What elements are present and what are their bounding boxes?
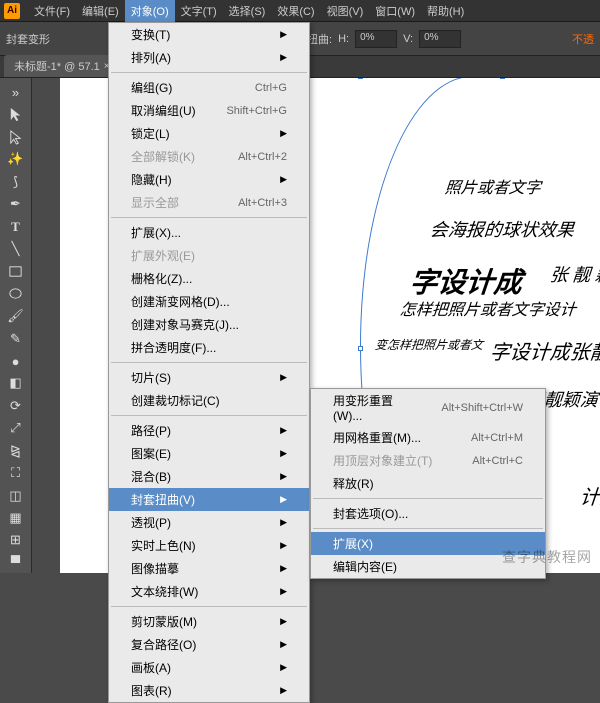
menu-item[interactable]: 剪切蒙版(M)▶ <box>109 610 309 633</box>
lasso-tool[interactable]: ⟆ <box>4 172 28 192</box>
submenu-item[interactable]: 用网格重置(M)...Alt+Ctrl+M <box>311 426 545 449</box>
h-distort-input[interactable]: 0% <box>355 30 397 48</box>
menu-item[interactable]: 栅格化(Z)... <box>109 267 309 290</box>
h-label: H: <box>338 33 349 45</box>
rectangle-tool[interactable] <box>4 261 28 281</box>
menu-object[interactable]: 对象(O) <box>125 0 175 22</box>
canvas-text: 怎样把照片或者文字设计 <box>399 296 577 320</box>
app-logo: Ai <box>4 3 20 19</box>
menu-item: 扩展外观(E) <box>109 244 309 267</box>
menu-select[interactable]: 选择(S) <box>223 0 272 22</box>
menu-item[interactable]: 图像描摹▶ <box>109 557 309 580</box>
canvas-text: 照片或者文字 <box>444 174 542 198</box>
menu-item[interactable]: 创建裁切标记(C) <box>109 389 309 412</box>
menu-item[interactable]: 锁定(L)▶ <box>109 122 309 145</box>
tab-cycle-icon[interactable]: » <box>4 82 28 102</box>
v-distort-input[interactable]: 0% <box>419 30 461 48</box>
menu-item[interactable]: 混合(B)▶ <box>109 465 309 488</box>
menu-item[interactable]: 变换(T)▶ <box>109 23 309 46</box>
selection-tool[interactable] <box>4 104 28 124</box>
menu-item[interactable]: 图案(E)▶ <box>109 442 309 465</box>
menu-item[interactable]: 路径(P)▶ <box>109 419 309 442</box>
control-mode-label: 封套变形 <box>6 31 50 47</box>
paintbrush-tool[interactable]: 🖌 <box>4 306 28 326</box>
gradient-tool[interactable]: ▀ <box>4 553 28 573</box>
menu-item[interactable]: 排列(A)▶ <box>109 46 309 69</box>
menu-type[interactable]: 文字(T) <box>175 0 223 22</box>
submenu-item: 用顶层对象建立(T)Alt+Ctrl+C <box>311 449 545 472</box>
width-tool[interactable]: ⧎ <box>4 441 28 461</box>
toolbox: » ✨ ⟆ ✒ T ╲ 🖌 ✎ ● ◧ ⟳ ⤢ ⧎ ⛶ ◫ ▦ ⊞ ▀ <box>0 78 32 573</box>
menu-item[interactable]: 拼合透明度(F)... <box>109 336 309 359</box>
menu-file[interactable]: 文件(F) <box>28 0 76 22</box>
menu-item[interactable]: 实时上色(N)▶ <box>109 534 309 557</box>
menu-item[interactable]: 透视(P)▶ <box>109 511 309 534</box>
menu-item[interactable]: 隐藏(H)▶ <box>109 168 309 191</box>
menu-effect[interactable]: 效果(C) <box>271 0 320 22</box>
eraser-tool[interactable]: ◧ <box>4 373 28 393</box>
watermark: 查字典教程网 <box>502 547 592 567</box>
menu-item[interactable]: 封套扭曲(V)▶ <box>109 488 309 511</box>
menubar: Ai 文件(F) 编辑(E) 对象(O) 文字(T) 选择(S) 效果(C) 视… <box>0 0 600 22</box>
type-tool[interactable]: T <box>4 216 28 236</box>
submenu-item[interactable]: 封套选项(O)... <box>311 502 545 525</box>
ellipse-tool[interactable] <box>4 284 28 304</box>
submenu-item[interactable]: 释放(R) <box>311 472 545 495</box>
menu-item[interactable]: 图表(R)▶ <box>109 679 309 702</box>
menu-item[interactable]: 扩展(X)... <box>109 221 309 244</box>
scale-tool[interactable]: ⤢ <box>4 418 28 438</box>
menu-item[interactable]: 取消编组(U)Shift+Ctrl+G <box>109 99 309 122</box>
blob-brush-tool[interactable]: ● <box>4 351 28 371</box>
menu-item[interactable]: 编组(G)Ctrl+G <box>109 76 309 99</box>
tab-title: 未标题-1* @ 57.1 <box>14 58 100 74</box>
direct-selection-tool[interactable] <box>4 127 28 147</box>
line-tool[interactable]: ╲ <box>4 239 28 259</box>
canvas-text: 变怎样把照片或者文 <box>374 336 484 353</box>
canvas-text: 张 靓 颖 <box>549 261 600 287</box>
menu-view[interactable]: 视图(V) <box>321 0 370 22</box>
pen-tool[interactable]: ✒ <box>4 194 28 214</box>
canvas-text: 字设计成张靓 <box>489 336 600 365</box>
submenu-item[interactable]: 用变形重置(W)...Alt+Shift+Ctrl+W <box>311 389 545 426</box>
menu-item[interactable]: 切片(S)▶ <box>109 366 309 389</box>
free-transform-tool[interactable]: ⛶ <box>4 463 28 483</box>
perspective-grid-tool[interactable]: ▦ <box>4 508 28 528</box>
menu-item[interactable]: 创建渐变网格(D)... <box>109 290 309 313</box>
v-label: V: <box>403 33 413 45</box>
menu-item: 全部解锁(K)Alt+Ctrl+2 <box>109 145 309 168</box>
shape-builder-tool[interactable]: ◫ <box>4 485 28 505</box>
menu-window[interactable]: 窗口(W) <box>369 0 421 22</box>
menu-item[interactable]: 画板(A)▶ <box>109 656 309 679</box>
canvas-text: 字设计成 <box>408 261 524 301</box>
menu-item[interactable]: 文本绕排(W)▶ <box>109 580 309 603</box>
magic-wand-tool[interactable]: ✨ <box>4 149 28 169</box>
mesh-tool[interactable]: ⊞ <box>4 530 28 550</box>
menu-help[interactable]: 帮助(H) <box>421 0 470 22</box>
canvas-text: 会海报的球状效果 <box>429 216 575 242</box>
menu-item: 显示全部Alt+Ctrl+3 <box>109 191 309 214</box>
pencil-tool[interactable]: ✎ <box>4 328 28 348</box>
opacity-link[interactable]: 不透 <box>572 31 594 47</box>
distort-label: 扭曲: <box>307 31 332 47</box>
object-menu: 变换(T)▶排列(A)▶ 编组(G)Ctrl+G取消编组(U)Shift+Ctrl… <box>108 22 310 703</box>
menu-edit[interactable]: 编辑(E) <box>76 0 125 22</box>
document-tab[interactable]: 未标题-1* @ 57.1 × <box>4 55 120 77</box>
menu-item[interactable]: 创建对象马赛克(J)... <box>109 313 309 336</box>
canvas-text: 计成张 <box>579 481 600 510</box>
menu-item[interactable]: 复合路径(O)▶ <box>109 633 309 656</box>
rotate-tool[interactable]: ⟳ <box>4 396 28 416</box>
